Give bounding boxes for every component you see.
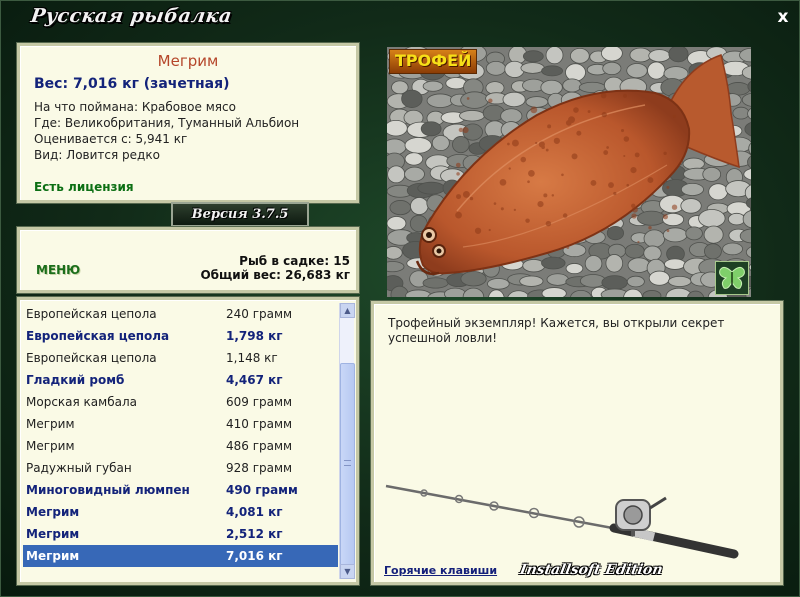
app-title: Русская рыбалка xyxy=(29,5,234,27)
list-item[interactable]: Европейская цеполa 240 грамм xyxy=(23,303,338,325)
menu-panel: МЕНЮ Рыб в садке: 15 Общий вес: 26,683 к… xyxy=(17,227,359,293)
fish-weight: Вес: 7,016 кг (зачетная) xyxy=(34,76,230,92)
catch-details: На что поймана: Крабовое мясо Где: Велик… xyxy=(34,99,342,163)
scroll-up-button[interactable]: ▲ xyxy=(340,303,355,318)
list-item[interactable]: Мегрим 7,016 кг xyxy=(23,545,338,567)
list-item[interactable]: Мегрим 410 грамм xyxy=(23,413,338,435)
keepnet-stats: Рыб в садке: 15 Общий вес: 26,683 кг xyxy=(200,254,350,282)
list-item[interactable]: Радужный губан 928 грамм xyxy=(23,457,338,479)
list-item-weight: 7,016 кг xyxy=(226,549,283,563)
list-item-weight: 410 грамм xyxy=(226,417,293,431)
list-item-name: Мегрим xyxy=(26,549,80,563)
list-item-weight: 928 грамм xyxy=(226,461,293,475)
list-item-name: Мегрим xyxy=(26,439,75,453)
fishing-rod-illustration xyxy=(385,484,739,559)
list-item-name: Мегрим xyxy=(26,417,75,431)
list-item-name: Мегрим xyxy=(26,527,80,541)
list-item-weight: 2,512 кг xyxy=(226,527,283,541)
list-item[interactable]: Европейская цепола 1,148 кг xyxy=(23,347,338,369)
bait-line: На что поймана: Крабовое мясо xyxy=(34,100,236,114)
butterfly-icon[interactable] xyxy=(715,261,749,295)
total-weight: Общий вес: 26,683 кг xyxy=(200,268,350,282)
list-item-weight: 240 грамм xyxy=(226,307,293,321)
message-panel: Трофейный экземпляр! Кажется, вы открыли… xyxy=(371,301,783,585)
version-label: Версия 3.7.5 xyxy=(171,202,309,227)
list-item[interactable]: Мегрим 4,081 кг xyxy=(23,501,338,523)
list-item-weight: 609 грамм xyxy=(226,395,293,409)
list-item-name: Европейская цепола xyxy=(26,351,157,365)
list-item-name: Миноговидный люмпен xyxy=(26,483,190,497)
close-button[interactable]: x xyxy=(773,7,793,27)
location-line: Где: Великобритания, Туманный Альбион xyxy=(34,116,300,130)
list-item-name: Мегрим xyxy=(26,505,80,519)
list-item[interactable]: Мегрим 2,512 кг xyxy=(23,523,338,545)
message-text: Трофейный экземпляр! Кажется, вы открыли… xyxy=(388,316,725,345)
list-item-name: Европейская цеполa xyxy=(26,307,157,321)
threshold-line: Оценивается с: 5,941 кг xyxy=(34,132,188,146)
menu-button[interactable]: МЕНЮ xyxy=(36,263,80,277)
fish-count: Рыб в садке: 15 xyxy=(239,254,350,268)
list-item-weight: 490 грамм xyxy=(226,483,298,497)
list-item-name: Европейская цепола xyxy=(26,329,170,343)
list-item-name: Морская камбала xyxy=(26,395,137,409)
hotkeys-link[interactable]: Горячие клавиши xyxy=(384,564,497,577)
trophy-badge: ТРОФЕЙ xyxy=(389,49,478,74)
list-item[interactable]: Мегрим 486 грамм xyxy=(23,435,338,457)
catch-info-panel: Мегрим Вес: 7,016 кг (зачетная) На что п… xyxy=(17,43,359,203)
pebbles-and-fish-illustration xyxy=(387,47,751,297)
list-item-weight: 1,148 кг xyxy=(226,351,278,365)
edition-label: Installsoft Edition xyxy=(518,562,664,578)
license-status: Есть лицензия xyxy=(34,180,134,194)
list-item-name: Радужный губан xyxy=(26,461,132,475)
fish-name: Мегрим xyxy=(157,52,219,70)
list-item-weight: 1,798 кг xyxy=(226,329,283,343)
scroll-down-button[interactable]: ▼ xyxy=(340,564,355,579)
list-item[interactable]: Гладкий ромб 4,467 кг xyxy=(23,369,338,391)
list-item[interactable]: Морская камбала 609 грамм xyxy=(23,391,338,413)
fish-photo: ТРОФЕЙ xyxy=(387,47,751,297)
list-item[interactable]: Миноговидный люмпен 490 грамм xyxy=(23,479,338,501)
scroll-thumb[interactable] xyxy=(340,363,355,568)
rarity-line: Вид: Ловится редко xyxy=(34,148,160,162)
list-item-weight: 486 грамм xyxy=(226,439,293,453)
list-item-weight: 4,081 кг xyxy=(226,505,283,519)
list-item[interactable]: Европейская цепола 1,798 кг xyxy=(23,325,338,347)
list-item-weight: 4,467 кг xyxy=(226,373,283,387)
keepnet-list-panel: Европейская цеполa 240 грамм Европейская ц… xyxy=(17,297,359,585)
list-scrollbar[interactable]: ▲ ▼ xyxy=(339,303,355,579)
fish-list: Европейская цеполa 240 грамм Европейская ц… xyxy=(23,303,338,579)
list-item-name: Гладкий ромб xyxy=(26,373,125,387)
